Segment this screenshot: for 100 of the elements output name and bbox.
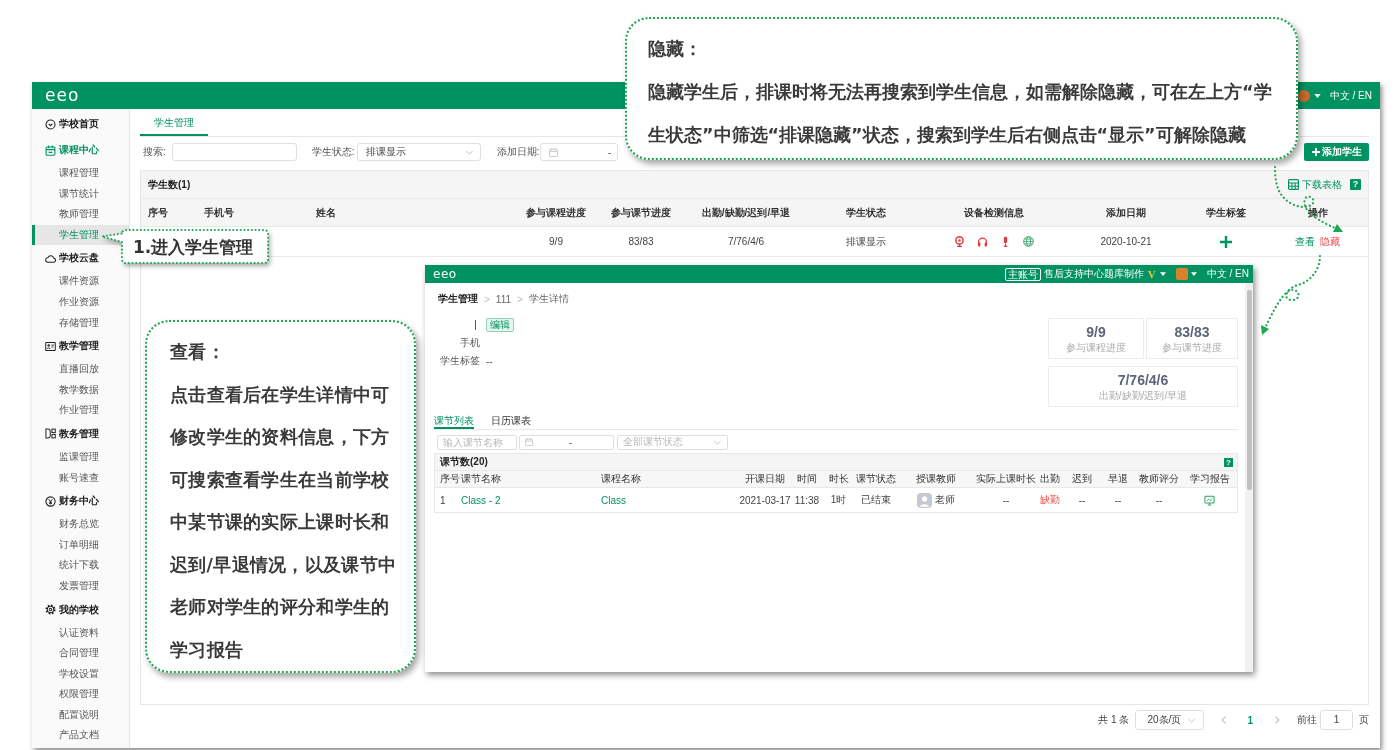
sidebar-group[interactable]: 我的学校 [32,596,129,623]
language-link[interactable]: 中文 / EN [1206,267,1249,281]
sidebar-item[interactable]: 课节统计 [32,183,129,205]
column-header: 出勤/缺勤/迟到/早退 [701,205,791,220]
page-tab[interactable]: 学生管理 [140,112,208,136]
column-header: 迟到 [1072,472,1092,486]
status-label: 学生状态: [311,145,355,159]
sidebar-item[interactable]: 教学数据 [32,379,129,401]
download-link[interactable]: 下载表格 [1288,177,1342,192]
sidebar-item[interactable]: 课程管理 [32,163,129,184]
column-header: 添加日期 [1106,205,1146,220]
sidebar-group[interactable]: 教学管理 [32,333,129,360]
table-cell: 2021-03-17 [739,494,791,506]
date-range-field[interactable]: - [519,434,614,450]
page-size-select[interactable]: 20条/页 [1135,710,1205,730]
tab[interactable]: 课节列表 [434,414,474,429]
tooltip-text: 点击查看后在学生详情中可修改学生的资料信息，下方可搜索查看学生在当前学校中某节课的实际上课时长和迟到/早退情况，以及课节中老师对学生的评分和学生的学习报告 [170,383,398,662]
page-input[interactable]: 1 [1320,710,1353,730]
sidebar-item[interactable]: 账号速查 [32,467,129,489]
column-header: 课节状态 [856,472,896,486]
sidebar-group[interactable]: 学校首页 [32,111,129,137]
language-link[interactable]: 中文 / EN [1329,89,1372,102]
sidebar-item[interactable]: 教师管理 [32,204,129,225]
lesson-name-field[interactable]: 输入课节名称 [437,434,517,450]
sidebar-item[interactable]: 课件资源 [32,271,129,292]
table-cell: 83/83 [628,236,654,247]
table-cell: -- [1155,494,1163,506]
tab[interactable]: 日历课表 [491,414,531,429]
column-header: 教师评分 [1139,472,1179,486]
status-select[interactable]: 排课显示 [356,143,481,161]
sidebar-item[interactable]: 存储管理 [32,312,129,334]
sidebar-item[interactable]: 统计下载 [32,555,129,576]
stat-value: 9/9 [1086,324,1106,340]
sidebar-item[interactable]: 发票管理 [32,575,129,597]
sidebar-group[interactable]: 教务管理 [32,420,129,447]
table-link[interactable]: Class - 2 [461,494,501,506]
column-header: 早退 [1108,472,1128,486]
stat-label: 参与课程进度 [1066,341,1126,353]
help-button[interactable]: ? [1350,179,1361,190]
chevron-down-icon [713,439,722,445]
field-label: 手机 [460,336,480,350]
sidebar-item[interactable]: 直播回放 [32,359,129,380]
cloud-icon [45,252,56,264]
sidebar-group[interactable]: 课程中心 [32,137,129,163]
search-field[interactable] [171,143,297,161]
sidebar-item[interactable]: 合同管理 [32,643,129,664]
report-icon[interactable] [1204,494,1215,506]
table-title: 学生数(1) [148,177,191,192]
sidebar-item[interactable]: 作业管理 [32,400,129,421]
plus-icon[interactable] [1220,235,1232,248]
breadcrumb-separator: > [517,293,523,305]
chevron-left-icon[interactable] [1221,716,1227,724]
goto-label: 前往 [1297,713,1317,727]
breadcrumb-item[interactable]: 111 [495,293,512,305]
action-link[interactable]: 查看 [1295,234,1315,249]
breadcrumb-separator: > [484,293,490,305]
table-link[interactable]: Class [601,494,626,506]
stat-label: 参与课节进度 [1162,341,1222,353]
table-cell: 11:38 [794,494,820,506]
sidebar-item[interactable]: 监课管理 [32,446,129,468]
chevron-right-icon[interactable] [1275,716,1280,724]
caret-icon[interactable] [1313,93,1321,98]
table-cell: -- [1002,494,1010,506]
sidebar-item[interactable]: 权限管理 [32,684,129,705]
caret-icon[interactable] [1159,272,1166,276]
column-header: 学生标签 [1206,205,1246,220]
column-header: 时间 [797,472,817,486]
sidebar-item[interactable]: 认证资料 [32,622,129,644]
date-label: 添加日期: [496,145,540,159]
tooltip-text: 隐藏学生后，排课时将无法再搜索到学生信息，如需解除隐藏，可在左上方“学生状态”中筛选“排课隐藏”状态，搜索到学生后右侧点击“显示”可解除隐藏 [648,81,1273,147]
sidebar-item[interactable]: 学校设置 [32,663,129,685]
sidebar-item[interactable]: 产品文档 [32,725,129,747]
avatar-icon [917,492,932,508]
page-number[interactable]: 1 [1247,714,1253,726]
panels-icon [45,428,56,440]
table-cell: -- [1078,494,1086,506]
help-button[interactable]: ? [1224,457,1233,467]
table-icon [1288,179,1299,190]
column-header: 授课教师 [916,472,956,486]
sidebar-item[interactable]: 作业资源 [32,291,129,313]
scrollbar[interactable] [1245,283,1253,672]
edit-button[interactable]: 编辑 [486,318,514,332]
sidebar-item[interactable]: 财务总览 [32,514,129,535]
action-link[interactable]: 隐藏 [1320,234,1340,249]
sidebar-group[interactable]: 财务中心 [32,488,129,515]
account-name[interactable]: 售后支持中心题库制作 [1043,267,1144,281]
breadcrumb-item[interactable]: 学生管理 [438,292,478,306]
sidebar-group[interactable]: 学校云盘 [32,245,129,272]
logo[interactable]: eeo [45,87,80,104]
sidebar-item[interactable]: 订单明细 [32,534,129,556]
add-student-button[interactable]: 添加学生 [1304,143,1369,161]
date-range-field[interactable]: - [540,143,619,161]
settings-icon [45,604,56,615]
table-cell: 排课显示 [846,234,886,249]
sidebar-item[interactable]: 配置说明 [32,704,129,726]
logo[interactable]: eeo [433,268,457,280]
tooltip-title: 隐藏： [648,38,703,61]
breadcrumb-item[interactable]: 学生详情 [528,292,569,306]
column-header: 操作 [1307,205,1328,220]
caret-icon[interactable] [1190,272,1197,276]
